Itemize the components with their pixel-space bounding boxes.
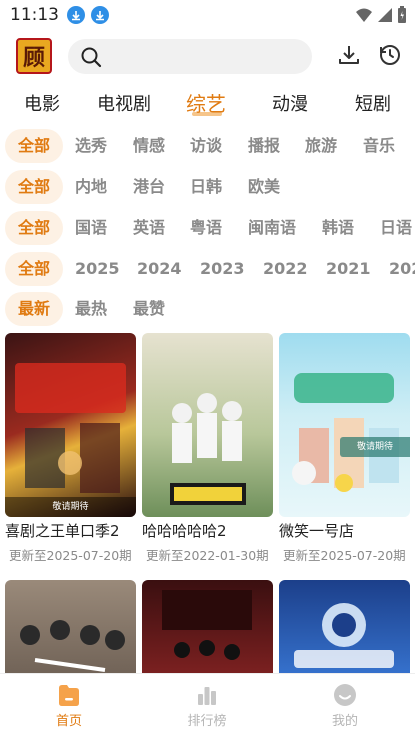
filter-chip-selected[interactable]: 全部 (5, 252, 63, 286)
app-logo[interactable]: 顾 (16, 38, 52, 74)
status-time: 11:13 (10, 5, 59, 25)
filter-chip[interactable]: 最热 (75, 292, 107, 326)
poster-badge: 敬请期待 (5, 497, 136, 517)
nav-profile[interactable]: 我的 (305, 682, 385, 729)
filter-chip[interactable]: 2020 (389, 252, 415, 286)
battery-icon (398, 6, 406, 23)
show-poster[interactable] (142, 333, 273, 517)
filter-row-language: 全部 国语 英语 粤语 闽南语 韩语 日语 (0, 211, 415, 247)
show-title: 微笑一号店 (279, 522, 355, 540)
download-icon[interactable] (337, 43, 361, 67)
show-title: 哈哈哈哈哈2 (142, 522, 227, 540)
status-bar: 11:13 (0, 0, 415, 30)
history-icon[interactable] (378, 43, 402, 67)
nav-profile-label: 我的 (331, 714, 358, 729)
filter-chip[interactable]: 内地 (75, 170, 107, 204)
filter-row-type: 全部 选秀 情感 访谈 播报 旅游 音乐 (0, 129, 415, 165)
category-tabs: 电影 电视剧 综艺 动漫 短剧 (0, 86, 415, 122)
filter-chip[interactable]: 欧美 (248, 170, 280, 204)
tab-tv-series[interactable]: 电视剧 (97, 90, 151, 116)
filter-row-year: 全部 2025 2024 2023 2022 2021 2020 (0, 252, 415, 288)
nav-ranking-label: 排行榜 (187, 714, 227, 729)
tab-movies[interactable]: 电影 (24, 90, 60, 116)
filter-chip[interactable]: 闽南语 (248, 211, 296, 245)
filter-chip[interactable]: 英语 (133, 211, 165, 245)
download-notification-icon (67, 6, 85, 24)
show-card[interactable]: 敬请期待 喜剧之王单口季2 更新至2025-07-20期 (5, 333, 136, 573)
download-notification-icon (91, 6, 109, 24)
show-card[interactable] (142, 580, 273, 738)
wifi-icon (356, 8, 372, 22)
show-poster[interactable]: 敬请期待 (279, 333, 410, 517)
filter-row-sort: 最新 最热 最赞 (0, 292, 415, 328)
search-icon (81, 47, 102, 68)
filter-chip[interactable]: 2022 (263, 252, 308, 286)
filter-chip[interactable]: 日韩 (190, 170, 222, 204)
profile-smile-icon (334, 684, 356, 706)
filter-row-region: 全部 内地 港台 日韩 欧美 (0, 170, 415, 206)
show-card[interactable] (279, 580, 410, 738)
filter-chip[interactable]: 2023 (200, 252, 245, 286)
filter-chip-selected[interactable]: 全部 (5, 170, 63, 204)
app-logo-char: 顾 (22, 45, 45, 71)
filter-chip[interactable]: 港台 (133, 170, 165, 204)
ranking-chart-icon (198, 687, 216, 705)
nav-home-label: 首页 (55, 714, 82, 729)
filter-chip[interactable]: 粤语 (190, 211, 222, 245)
filter-chip[interactable]: 日语 (380, 211, 412, 245)
show-update: 更新至2025-07-20期 (283, 548, 406, 563)
show-card[interactable]: 哈哈哈哈哈2 更新至2022-01-30期 (142, 333, 273, 573)
filter-chip[interactable]: 2024 (137, 252, 182, 286)
tab-variety[interactable]: 综艺 (186, 88, 226, 117)
poster-art (292, 373, 399, 492)
top-bar: 顾 (0, 36, 415, 78)
signal-icon (378, 8, 392, 22)
home-icon (59, 685, 79, 706)
filter-chip[interactable]: 情感 (133, 129, 165, 163)
show-card[interactable]: 敬请期待 微笑一号店 更新至2025-07-20期 (279, 333, 410, 573)
filter-chip-selected[interactable]: 全部 (5, 211, 63, 245)
filter-chip-selected[interactable]: 最新 (5, 292, 63, 326)
filter-chip[interactable]: 访谈 (190, 129, 222, 163)
filter-chip[interactable]: 2025 (75, 252, 120, 286)
show-card[interactable] (5, 580, 136, 738)
poster-badge: 敬请期待 (340, 437, 410, 457)
nav-ranking[interactable]: 排行榜 (167, 682, 247, 729)
filter-chip-selected[interactable]: 全部 (5, 129, 63, 163)
tab-anime[interactable]: 动漫 (272, 90, 308, 116)
filter-chip[interactable]: 音乐 (363, 129, 395, 163)
show-update: 更新至2022-01-30期 (146, 548, 269, 563)
show-update: 更新至2025-07-20期 (9, 548, 132, 563)
nav-home[interactable]: 首页 (29, 682, 109, 729)
filter-chip[interactable]: 最赞 (133, 292, 165, 326)
poster-art (15, 363, 126, 493)
show-title: 喜剧之王单口季2 (5, 522, 120, 540)
show-poster[interactable]: 敬请期待 (5, 333, 136, 517)
bottom-nav: 首页 排行榜 我的 (0, 673, 415, 738)
tab-short-drama[interactable]: 短剧 (355, 90, 391, 116)
search-input[interactable] (68, 39, 312, 74)
poster-art (170, 393, 246, 505)
filter-chip[interactable]: 韩语 (322, 211, 354, 245)
filter-chip[interactable]: 2021 (326, 252, 371, 286)
filter-chip[interactable]: 播报 (248, 129, 280, 163)
filter-chip[interactable]: 选秀 (75, 129, 107, 163)
filter-chip[interactable]: 国语 (75, 211, 107, 245)
filter-chip[interactable]: 旅游 (305, 129, 337, 163)
